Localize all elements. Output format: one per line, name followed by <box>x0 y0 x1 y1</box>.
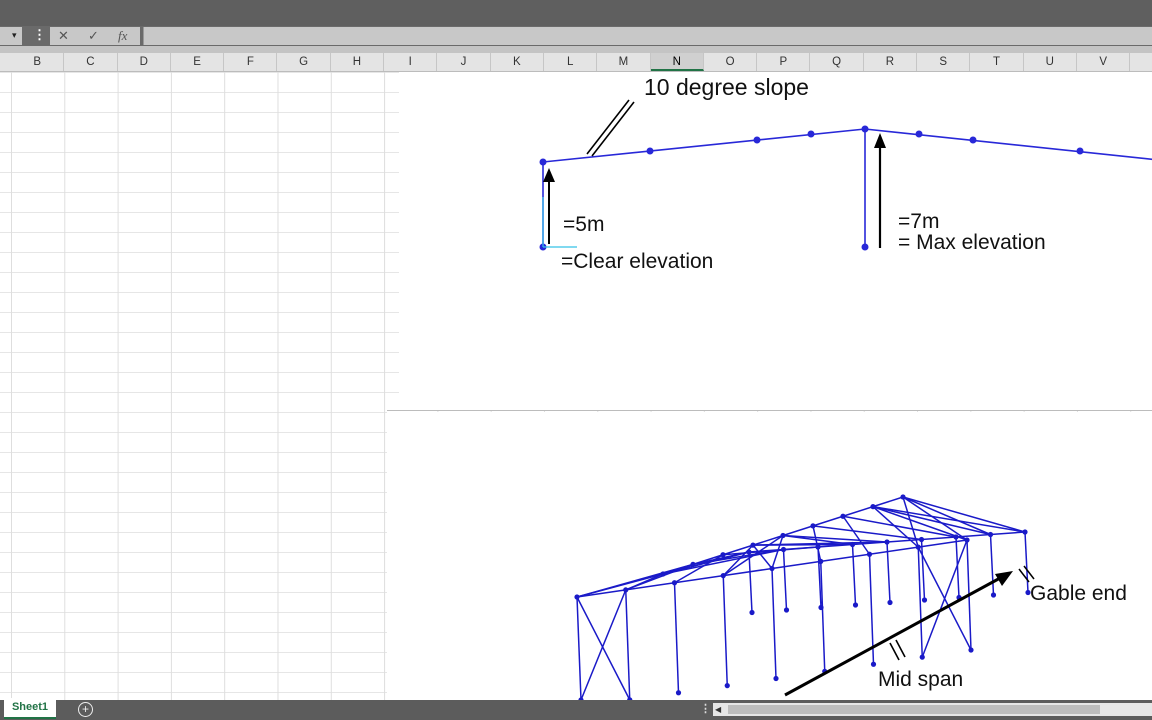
frame-lines <box>542 128 1152 247</box>
column-header-s[interactable]: S <box>917 53 971 71</box>
insert-function-icon[interactable]: fx <box>118 28 127 44</box>
mid-span-label: Mid span <box>878 668 963 691</box>
midspan-marker <box>889 639 906 661</box>
enter-icon[interactable]: ✓ <box>88 28 99 44</box>
column-header-t[interactable]: T <box>970 53 1024 71</box>
column-header-h[interactable]: H <box>331 53 385 71</box>
column-header-b[interactable]: B <box>11 53 65 71</box>
ribbon-separator <box>0 46 1152 53</box>
column-header-j[interactable]: J <box>437 53 491 71</box>
max-elevation-label: = Max elevation <box>898 231 1046 254</box>
column-header-v[interactable]: V <box>1077 53 1131 71</box>
column-header-f[interactable]: F <box>224 53 278 71</box>
more-options-icon[interactable]: ⋮ <box>33 28 46 42</box>
scroll-left-icon[interactable]: ◀ <box>715 703 721 716</box>
column-header-m[interactable]: M <box>597 53 651 71</box>
name-box[interactable] <box>0 27 22 45</box>
max-height-label: =7m <box>898 210 939 233</box>
title-bar <box>0 0 1152 26</box>
column-header-u[interactable]: U <box>1024 53 1077 71</box>
slope-marker <box>586 99 635 157</box>
column-header-row: BCDEFGHIJKLMNOPQRSTUV <box>0 53 1152 72</box>
column-header-k[interactable]: K <box>491 53 544 71</box>
formula-input[interactable] <box>143 27 1152 45</box>
name-box-dropdown-icon[interactable]: ▾ <box>12 30 17 41</box>
sheet-tab-sheet1[interactable]: Sheet1 <box>4 698 56 719</box>
slope-label: 10 degree slope <box>644 74 809 100</box>
warehouse-3d-model-chart[interactable]: Gable end Mid span <box>387 412 1152 702</box>
column-header-e[interactable]: E <box>171 53 225 71</box>
add-sheet-icon[interactable]: + <box>78 702 93 717</box>
portal-frame-elevation-chart[interactable]: 10 degree slope =5m =Clear elevation =7m… <box>399 72 1152 410</box>
column-header-r[interactable]: R <box>864 53 918 71</box>
column-header-o[interactable]: O <box>704 53 758 71</box>
column-header-l[interactable]: L <box>544 53 598 71</box>
column-header-n[interactable]: N <box>650 53 704 71</box>
clear-height-label: =5m <box>563 213 604 236</box>
cancel-icon[interactable]: ✕ <box>58 28 69 44</box>
scrollbar-thumb[interactable] <box>728 705 1100 714</box>
column-header-d[interactable]: D <box>118 53 171 71</box>
column-header-p[interactable]: P <box>757 53 811 71</box>
column-header-q[interactable]: Q <box>811 53 864 71</box>
column-header-g[interactable]: G <box>278 53 331 71</box>
scroll-split-icon[interactable]: ⋮ <box>700 703 711 715</box>
chart-divider <box>387 410 1152 411</box>
column-header-i[interactable]: I <box>384 53 438 71</box>
column-header-c[interactable]: C <box>64 53 118 71</box>
clear-elevation-label: =Clear elevation <box>561 250 713 273</box>
gable-end-label: Gable end <box>1030 582 1127 605</box>
